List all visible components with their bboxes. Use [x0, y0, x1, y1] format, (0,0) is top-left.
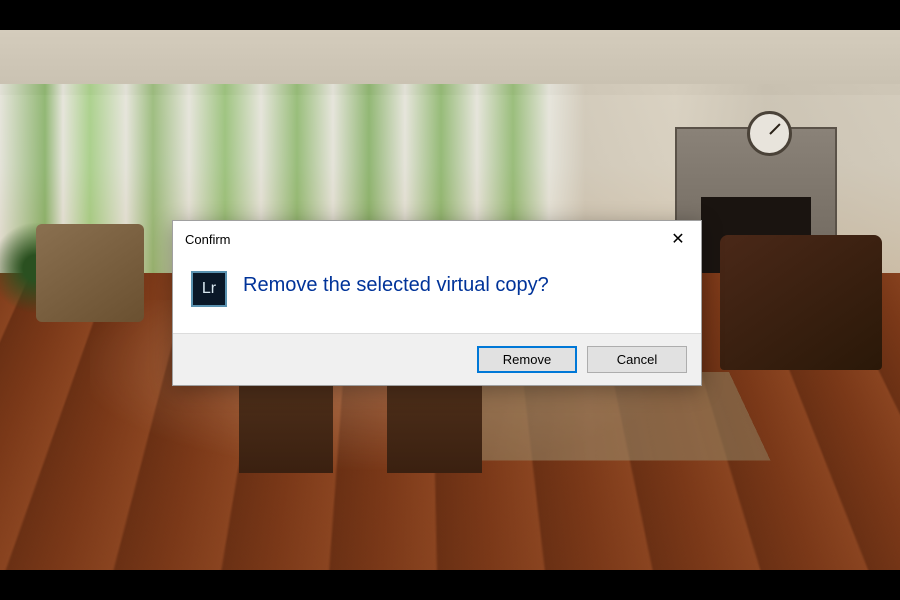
dialog-message: Remove the selected virtual copy?: [243, 271, 549, 297]
dialog-body: Lr Remove the selected virtual copy?: [173, 257, 701, 333]
dialog-footer: Remove Cancel: [173, 333, 701, 385]
dialog-titlebar: Confirm ✕: [173, 221, 701, 257]
confirm-dialog: Confirm ✕ Lr Remove the selected virtual…: [172, 220, 702, 386]
lightroom-icon: Lr: [191, 271, 227, 307]
letterbox-bottom: [0, 570, 900, 600]
remove-button[interactable]: Remove: [477, 346, 577, 373]
letterbox-top: [0, 0, 900, 30]
dialog-title: Confirm: [185, 232, 231, 247]
close-button[interactable]: ✕: [663, 227, 693, 251]
close-icon: ✕: [671, 229, 684, 249]
cancel-button[interactable]: Cancel: [587, 346, 687, 373]
